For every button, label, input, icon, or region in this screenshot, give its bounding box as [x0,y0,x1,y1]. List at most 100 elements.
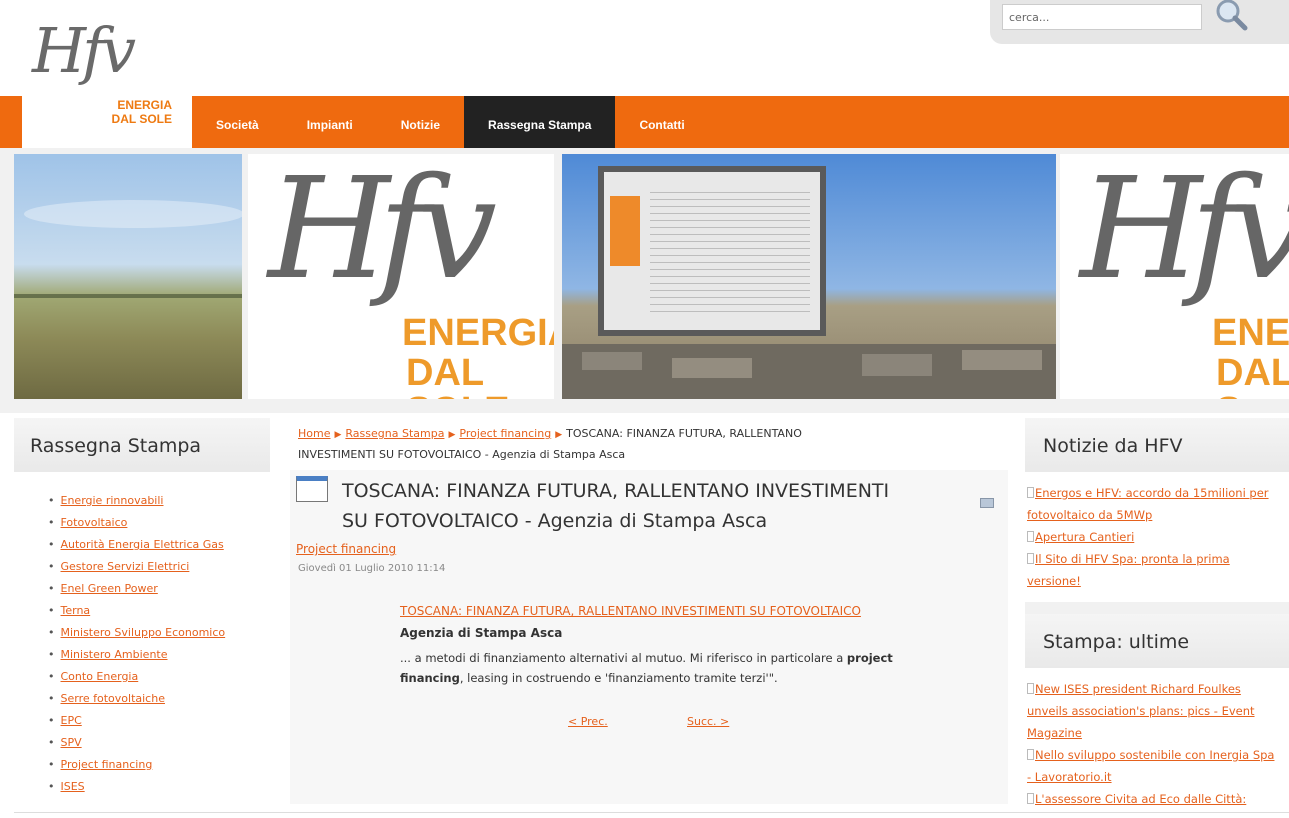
header-banner: Hfv ENERGIA DAL SOLE Hfv ENEF DAL S [0,148,1289,413]
article-category-link[interactable]: Project financing [296,542,396,556]
category-link-spv[interactable]: SPV [61,736,82,749]
left-sidebar: Rassegna Stampa Energie rinnovabili Foto… [14,418,270,804]
next-page-link[interactable]: Succ. > [687,715,729,728]
category-item: Serre fotovoltaiche [48,688,270,710]
search-icon [1216,0,1248,31]
category-item: Terna [48,600,270,622]
prev-page-link[interactable]: < Prec. [568,715,608,728]
left-sidebar-title: Rassegna Stampa [14,418,270,472]
news-link-apertura[interactable]: Apertura Cantieri [1035,530,1134,544]
category-link-gse[interactable]: Gestore Servizi Elettrici [61,560,190,573]
banner-logo-mark-2: Hfv [1080,154,1289,311]
category-item: Gestore Servizi Elettrici [48,556,270,578]
article-date: Giovedì 01 Luglio 2010 11:14 [298,563,446,574]
banner-photo-field [14,154,242,399]
article-excerpt: ... a metodi di finanziamento alternativ… [400,648,1000,688]
banner-logo-2: Hfv ENEF DAL S [1060,154,1289,399]
banner-photo-sign [562,154,1056,399]
email-icon[interactable] [980,498,994,508]
article-icon [296,476,328,502]
press-list: New ISES president Richard Foulkes unvei… [1025,668,1289,818]
broken-image-icon [1027,487,1034,498]
stone-wall-image [562,344,1056,399]
article-title-line-2: SU FOTOVOLTAICO - Agenzia di Stampa Asca [342,510,768,532]
breadcrumb-current-line-1: TOSCANA: FINANZA FUTURA, RALLENTANO [566,427,802,440]
news-item: Il Sito di HFV Spa: pronta la prima vers… [1027,548,1289,592]
category-link-conto-energia[interactable]: Conto Energia [61,670,139,683]
nav-item-rassegna-stampa[interactable]: Rassegna Stampa [464,96,616,148]
search-button[interactable] [1212,0,1252,34]
banner-logo-line-1: ENERGIA [402,312,554,354]
press-item: New ISES president Richard Foulkes unvei… [1027,678,1289,744]
field-photo-image [14,200,242,298]
category-link-enel[interactable]: Enel Green Power [61,582,158,595]
news-item: Apertura Cantieri [1027,526,1289,548]
banner-logo-line-2: DAL SOLE [406,352,509,399]
footer-divider [14,812,1289,813]
logo-mark: Hfv [32,14,136,87]
press-link-ises[interactable]: New ISES president Richard Foulkes unvei… [1027,682,1255,740]
category-item: Energie rinnovabili [48,490,270,512]
news-list: Energos e HFV: accordo da 15milioni per … [1025,472,1289,602]
category-list: Energie rinnovabili Fotovoltaico Autorit… [14,472,270,798]
category-link-energie-rinnovabili[interactable]: Energie rinnovabili [61,494,164,507]
box-spacer [1025,602,1289,614]
category-link-terna[interactable]: Terna [61,604,91,617]
broken-image-icon [1027,553,1034,564]
article-title: TOSCANA: FINANZA FUTURA, RALLENTANO INVE… [342,476,962,536]
news-item: Energos e HFV: accordo da 15milioni per … [1027,482,1289,526]
breadcrumb-section[interactable]: Rassegna Stampa [345,427,444,440]
logo-line-2-nav: DAL SOLE [111,112,172,126]
press-link-inergia[interactable]: Nello sviluppo sostenibile con Inergia S… [1027,748,1274,784]
press-box-title: Stampa: ultime [1025,614,1289,668]
nav-item-societa[interactable]: Società [192,96,283,148]
category-link-epc[interactable]: EPC [61,714,82,727]
category-link-fotovoltaico[interactable]: Fotovoltaico [61,516,128,529]
article-source-name: Agenzia di Stampa Asca [400,626,563,640]
excerpt-bold-1: project [846,651,893,665]
search-input[interactable] [1002,4,1202,30]
category-item: SPV [48,732,270,754]
logo-nav-backing: ENERGIA DAL SOLE [22,96,192,148]
category-link-ises[interactable]: ISES [61,780,85,793]
nav-item-impianti[interactable]: Impianti [283,96,377,148]
excerpt-bold-2: financing [400,671,460,685]
press-link-civita[interactable]: L'assessore Civita ad Eco dalle Città: [1035,792,1246,806]
search-box [990,0,1289,44]
press-box: Stampa: ultime New ISES president Richar… [1025,614,1289,818]
logo-line-1-nav: ENERGIA [117,98,172,112]
category-link-mise[interactable]: Ministero Sviluppo Economico [61,626,226,639]
banner-logo-1: Hfv ENERGIA DAL SOLE [248,154,554,399]
category-item: Autorità Energia Elettrica Gas [48,534,270,556]
broken-image-icon [1027,531,1034,542]
breadcrumb-category[interactable]: Project financing [459,427,551,440]
banner-logo-line-1-cut: ENEF [1212,312,1289,354]
article-title-line-1: TOSCANA: FINANZA FUTURA, RALLENTANO INVE… [342,480,890,502]
category-item: Project financing [48,754,270,776]
news-box-title: Notizie da HFV [1025,418,1289,472]
category-item: Ministero Sviluppo Economico [48,622,270,644]
category-item: Fotovoltaico [48,512,270,534]
breadcrumb-arrow-icon: ▶ [334,430,342,440]
article-source-link[interactable]: TOSCANA: FINANZA FUTURA, RALLENTANO INVE… [400,604,861,618]
breadcrumb-home[interactable]: Home [298,427,330,440]
nav-item-notizie[interactable]: Notizie [377,96,464,148]
news-link-energos[interactable]: Energos e HFV: accordo da 15milioni per … [1027,486,1269,522]
excerpt-text-c: , leasing in costruendo e 'finanziamento… [459,671,778,685]
category-link-autorita[interactable]: Autorità Energia Elettrica Gas [61,538,224,551]
excerpt-text-a: ... a metodi di finanziamento alternativ… [400,651,847,665]
category-link-serre[interactable]: Serre fotovoltaiche [61,692,165,705]
category-item: Ministero Ambiente [48,644,270,666]
category-link-project-financing[interactable]: Project financing [61,758,153,771]
category-item: ISES [48,776,270,798]
category-link-ambiente[interactable]: Ministero Ambiente [61,648,168,661]
breadcrumb-current-line-2: INVESTIMENTI SU FOTOVOLTAICO - Agenzia d… [298,448,626,461]
breadcrumb: Home ▶ Rassegna Stampa ▶ Project financing ▶ T… [290,418,1008,470]
nav-item-contatti[interactable]: Contatti [615,96,708,148]
category-item: Enel Green Power [48,578,270,600]
news-link-sito[interactable]: Il Sito di HFV Spa: pronta la prima vers… [1027,552,1230,588]
breadcrumb-arrow-icon: ▶ [448,430,456,440]
right-sidebar: Notizie da HFV Energos e HFV: accordo da… [1025,418,1289,818]
broken-image-icon [1027,793,1034,804]
category-item: EPC [48,710,270,732]
